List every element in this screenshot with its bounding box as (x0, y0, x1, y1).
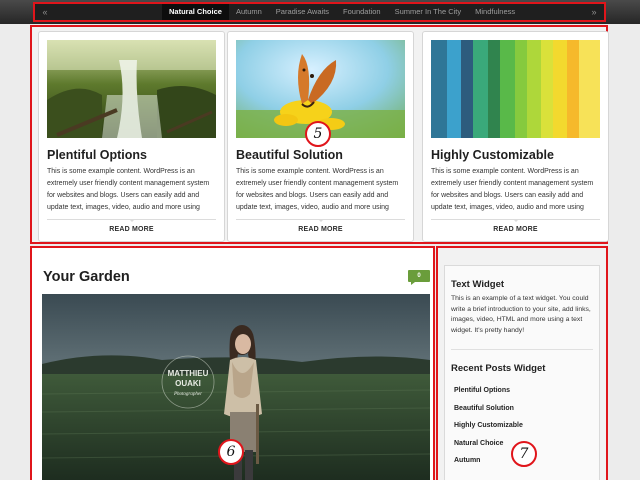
feature-title[interactable]: Beautiful Solution (236, 148, 343, 162)
slide-tab-paradise-awaits[interactable]: Paradise Awaits (269, 4, 336, 20)
divider (431, 219, 600, 222)
recent-post-link[interactable]: Beautiful Solution (454, 405, 523, 423)
chevron-right-double-icon[interactable]: » (585, 7, 603, 17)
watermark-line-2: OUAKI (175, 379, 201, 388)
annotation-marker-6: 6 (218, 439, 244, 465)
recent-posts-title: Recent Posts Widget (451, 363, 546, 374)
slide-tab-summer-in-the-city[interactable]: Summer In The City (388, 4, 469, 20)
post-title[interactable]: Your Garden (43, 269, 130, 285)
annotation-marker-7: 7 (511, 441, 537, 467)
slide-tab-natural-choice[interactable]: Natural Choice (162, 4, 229, 20)
text-widget-title: Text Widget (451, 279, 505, 290)
recent-post-link[interactable]: Plentiful Options (454, 387, 523, 405)
feature-excerpt: This is some example content. WordPress … (236, 168, 399, 211)
slider-nav: « Natural Choice Autumn Paradise Awaits … (33, 2, 606, 22)
feature-card-highly-customizable: Highly Customizable This is some example… (422, 31, 609, 242)
divider (236, 219, 405, 222)
divider (451, 349, 593, 350)
feature-title[interactable]: Highly Customizable (431, 148, 554, 162)
slide-tab-mindfulness[interactable]: Mindfulness (468, 4, 522, 20)
read-more-link[interactable]: READ MORE (431, 226, 600, 233)
comment-bubble-icon[interactable]: 0 (408, 270, 430, 285)
watermark-line-1: MATTHIEU (168, 369, 209, 378)
feature-excerpt: This is some example content. WordPress … (47, 168, 210, 211)
annotation-marker-5: 5 (305, 121, 331, 147)
read-more-link[interactable]: READ MORE (236, 226, 405, 233)
feature-card-plentiful-options: Plentiful Options This is some example c… (38, 31, 225, 242)
feature-title[interactable]: Plentiful Options (47, 148, 147, 162)
slide-tab-foundation[interactable]: Foundation (336, 4, 388, 20)
recent-post-link[interactable]: Highly Customizable (454, 422, 523, 440)
slide-tab-autumn[interactable]: Autumn (229, 4, 269, 20)
divider (47, 219, 216, 222)
feature-excerpt: This is some example content. WordPress … (431, 168, 594, 211)
color-bars-image[interactable] (431, 40, 600, 138)
waterfall-image[interactable] (47, 40, 216, 138)
slide-tabs: Natural Choice Autumn Paradise Awaits Fo… (162, 4, 522, 20)
slider-strip: « Natural Choice Autumn Paradise Awaits … (0, 0, 640, 24)
read-more-link[interactable]: READ MORE (47, 226, 216, 233)
text-widget-body: This is an example of a text widget. You… (451, 295, 591, 334)
chevron-left-double-icon[interactable]: « (36, 7, 54, 17)
watermark-line-3: Photographer (173, 392, 202, 397)
